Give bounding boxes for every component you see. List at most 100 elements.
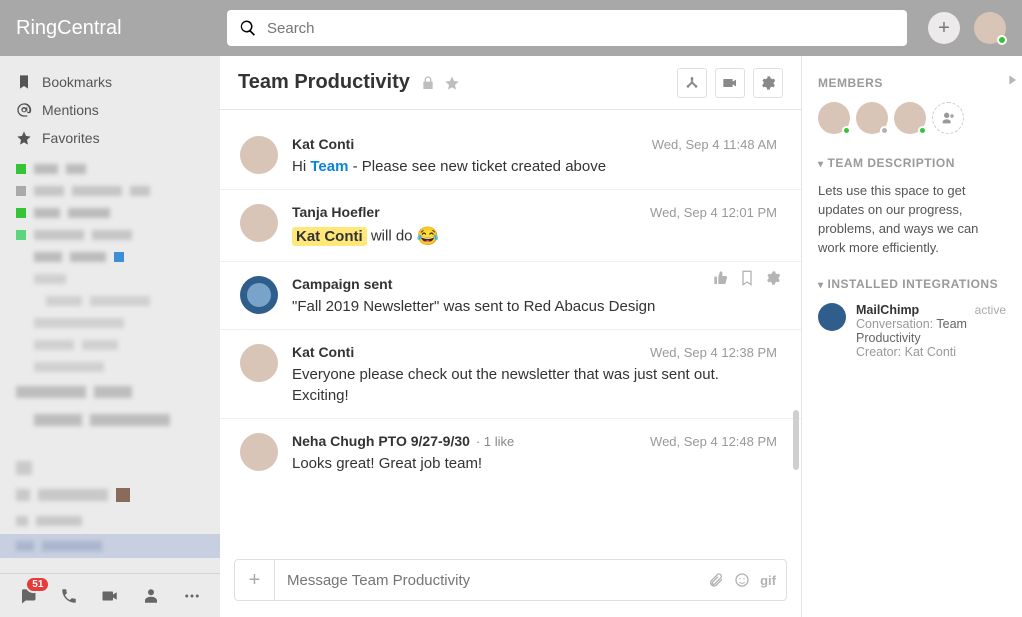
message-body: Campaign sent "Fall 2019 Newsletter" was… — [292, 276, 777, 317]
video-nav-button[interactable] — [94, 580, 126, 612]
list-item[interactable] — [0, 312, 220, 334]
settings-button[interactable] — [753, 68, 783, 98]
message-actions — [713, 270, 781, 286]
video-icon — [101, 587, 119, 605]
message-item: Tanja HoeflerWed, Sep 4 12:01 PM Kat Con… — [220, 189, 801, 261]
conversation-title: Team Productivity — [238, 71, 410, 94]
message-item: Kat Conti Wed, Sep 4 12:38 PM Everyone pl… — [220, 329, 801, 418]
description-title[interactable]: TEAM DESCRIPTION — [818, 156, 1006, 170]
right-panel: MEMBERS TEAM DESCRIPTION Lets use this s… — [802, 56, 1022, 617]
tree-icon — [684, 75, 700, 91]
star-icon[interactable] — [444, 75, 460, 91]
message-body: Tanja HoeflerWed, Sep 4 12:01 PM Kat Con… — [292, 204, 777, 249]
gear-icon[interactable] — [765, 270, 781, 286]
list-item[interactable] — [0, 180, 220, 202]
thumbs-up-icon[interactable] — [713, 270, 729, 286]
message-meta: · 1 like — [476, 434, 514, 449]
profile-nav-button[interactable] — [135, 580, 167, 612]
team-mention[interactable]: Team — [310, 158, 348, 175]
list-item[interactable] — [0, 334, 220, 356]
author-avatar[interactable] — [240, 136, 278, 174]
tree-button[interactable] — [677, 68, 707, 98]
user-mention[interactable]: Kat Conti — [292, 227, 367, 246]
search-box[interactable] — [227, 10, 907, 46]
more-nav-button[interactable] — [176, 580, 208, 612]
app-logo: RingCentral — [0, 17, 220, 40]
members-title: MEMBERS — [818, 76, 1006, 90]
list-item[interactable] — [0, 224, 220, 246]
conversation-pane: Team Productivity Kat ContiWed, Sep 4 11… — [220, 56, 802, 617]
list-item[interactable] — [0, 482, 220, 508]
top-bar: RingCentral + — [0, 0, 1022, 56]
composer-input[interactable] — [275, 572, 708, 589]
integrations-title[interactable]: INSTALLED INTEGRATIONS — [818, 277, 1006, 291]
nav-label: Favorites — [42, 130, 100, 146]
paperclip-icon[interactable] — [708, 572, 724, 588]
message-time: Wed, Sep 4 12:38 PM — [650, 345, 777, 360]
integration-name: MailChimp — [856, 303, 919, 317]
message-author: Kat Conti — [292, 344, 354, 360]
message-text: Kat Conti will do 😂 — [292, 224, 777, 249]
bookmark-icon — [16, 74, 32, 90]
list-item-selected[interactable] — [0, 534, 220, 558]
list-item[interactable] — [0, 202, 220, 224]
list-item[interactable] — [0, 268, 220, 290]
message-text: Everyone please check out the newsletter… — [292, 364, 777, 406]
avatar-square — [116, 488, 130, 502]
message-body: Neha Chugh PTO 9/27-9/30· 1 likeWed, Sep… — [292, 433, 777, 474]
nav-label: Mentions — [42, 102, 99, 118]
nav-label: Bookmarks — [42, 74, 112, 90]
nav-mentions[interactable]: Mentions — [0, 96, 220, 124]
gear-icon — [760, 75, 776, 91]
nav-favorites[interactable]: Favorites — [0, 124, 220, 152]
list-item[interactable] — [0, 508, 220, 534]
collapse-icon[interactable] — [1004, 72, 1020, 88]
nav-bookmarks[interactable]: Bookmarks — [0, 68, 220, 96]
list-item[interactable] — [0, 454, 220, 482]
unread-badge — [114, 252, 124, 262]
list-item[interactable] — [0, 406, 220, 434]
gif-button[interactable]: gif — [760, 573, 776, 588]
author-avatar[interactable] — [240, 433, 278, 471]
message-author: Neha Chugh PTO 9/27-9/30 — [292, 433, 470, 449]
main: Bookmarks Mentions Favorites — [0, 56, 1022, 617]
message-text: "Fall 2019 Newsletter" was sent to Red A… — [292, 296, 777, 317]
search-input[interactable] — [267, 20, 895, 37]
compose-button[interactable]: + — [928, 12, 960, 44]
list-item[interactable] — [0, 356, 220, 378]
top-right: + — [928, 12, 1006, 44]
attach-button[interactable]: + — [235, 560, 275, 600]
chat-nav-button[interactable]: 51 — [12, 580, 44, 612]
bottom-nav: 51 — [0, 573, 220, 617]
emoji-icon[interactable] — [734, 572, 750, 588]
current-user-avatar[interactable] — [974, 12, 1006, 44]
list-item[interactable] — [0, 246, 220, 268]
member-avatar[interactable] — [894, 102, 926, 134]
video-call-button[interactable] — [715, 68, 745, 98]
bookmark-icon[interactable] — [739, 270, 755, 286]
integration-item[interactable]: MailChimpactive Conversation: Team Produ… — [818, 303, 1006, 359]
presence-dot — [997, 35, 1007, 45]
header-actions — [677, 68, 783, 98]
list-item[interactable] — [0, 378, 220, 406]
message-list[interactable]: Kat ContiWed, Sep 4 11:48 AM Hi Team - P… — [220, 110, 801, 549]
presence-dot — [880, 126, 889, 135]
message-body: Kat ContiWed, Sep 4 11:48 AM Hi Team - P… — [292, 136, 777, 177]
add-member-button[interactable] — [932, 102, 964, 134]
mailchimp-avatar[interactable] — [240, 276, 278, 314]
author-avatar[interactable] — [240, 204, 278, 242]
list-item[interactable] — [0, 290, 220, 312]
message-body: Kat Conti Wed, Sep 4 12:38 PM Everyone pl… — [292, 344, 777, 406]
author-avatar[interactable] — [240, 344, 278, 382]
presence-dot — [842, 126, 851, 135]
list-item[interactable] — [0, 158, 220, 180]
member-avatar[interactable] — [818, 102, 850, 134]
members-row — [818, 102, 1006, 134]
add-person-icon — [940, 110, 956, 126]
scrollbar-thumb[interactable] — [793, 410, 799, 470]
composer-box: + gif — [234, 559, 787, 601]
message-time: Wed, Sep 4 11:48 AM — [652, 137, 777, 152]
message-author: Tanja Hoefler — [292, 204, 380, 220]
member-avatar[interactable] — [856, 102, 888, 134]
phone-nav-button[interactable] — [53, 580, 85, 612]
